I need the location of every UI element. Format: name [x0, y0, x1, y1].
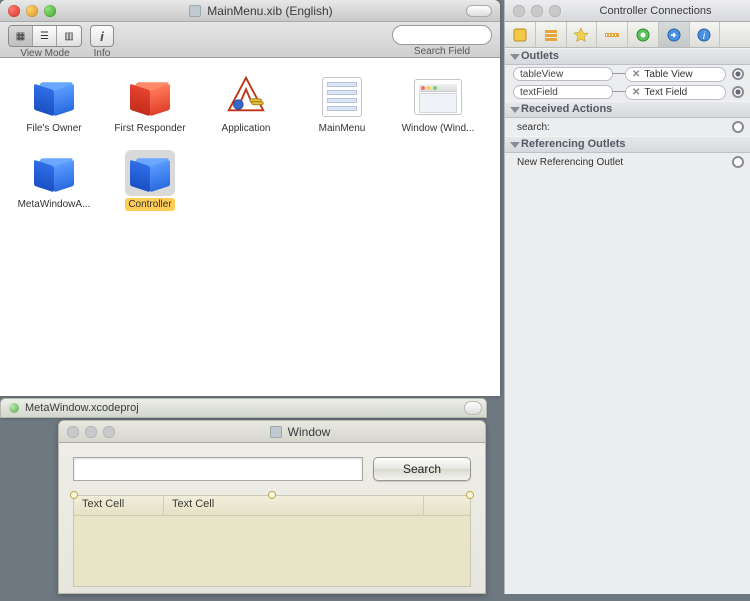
tab-attributes[interactable] [536, 22, 567, 47]
section-received-header[interactable]: Received Actions [505, 101, 750, 118]
traffic-lights [0, 5, 56, 17]
outlet-dest[interactable]: ✕Table View [625, 67, 726, 82]
resize-handle-icon[interactable] [268, 491, 276, 499]
resize-handle-icon[interactable] [466, 491, 474, 499]
window-preview: Window Search Text Cell Text Cell [58, 420, 486, 594]
section-referencing-header[interactable]: Referencing Outlets [505, 136, 750, 153]
disconnect-icon[interactable]: ✕ [632, 69, 640, 80]
table-column[interactable]: Text Cell [164, 496, 424, 515]
cube-red-icon [125, 74, 175, 120]
xib-titlebar[interactable]: MainMenu.xib (English) [0, 0, 500, 22]
tab-size[interactable] [597, 22, 628, 47]
xib-object[interactable]: Controller [104, 146, 196, 222]
minimize-icon[interactable] [85, 426, 97, 438]
xib-object-label: Controller [125, 198, 174, 211]
xib-object-label: First Responder [111, 122, 188, 135]
app-icon [221, 74, 271, 120]
project-title: MetaWindow.xcodeproj [25, 402, 139, 414]
referencing-name: New Referencing Outlet [513, 157, 726, 168]
connection-port-icon[interactable] [732, 86, 744, 98]
xib-toolbar: ▦ ☰ ▥ View Mode i Info ⌕ Search Field [0, 22, 500, 58]
outlet-row: textField ✕Text Field [505, 83, 750, 101]
table-header: Text Cell Text Cell [74, 496, 470, 516]
proxy-icon [189, 5, 201, 17]
section-outlets-header[interactable]: Outlets [505, 48, 750, 65]
connection-port-icon[interactable] [732, 156, 744, 168]
outlet-row: tableView ✕Table View [505, 65, 750, 83]
xib-object[interactable]: Window (Wind... [392, 70, 484, 146]
connection-port-icon[interactable] [732, 68, 744, 80]
xib-object[interactable]: MainMenu [296, 70, 388, 146]
zoom-icon[interactable] [549, 5, 561, 17]
view-mode-icon-button[interactable]: ▦ [9, 26, 33, 46]
cube-blue-icon [29, 150, 79, 196]
close-icon[interactable] [8, 5, 20, 17]
proxy-icon [270, 426, 282, 438]
xib-object[interactable]: Application [200, 70, 292, 146]
win2-titlebar[interactable]: Window [59, 421, 485, 443]
tab-help[interactable]: i [690, 22, 721, 47]
xib-editor-window: MainMenu.xib (English) ▦ ☰ ▥ View Mode i… [0, 0, 500, 396]
xib-object-label: Application [219, 122, 274, 135]
search-button[interactable]: Search [373, 457, 471, 481]
xib-object-label: MetaWindowA... [15, 198, 94, 211]
toolbar-toggle-pill[interactable] [466, 5, 492, 17]
outlet-name[interactable]: tableView [513, 67, 613, 81]
xib-object[interactable]: File's Owner [8, 70, 100, 146]
inspector-titlebar[interactable]: Controller Connections [505, 0, 750, 22]
search-input[interactable] [392, 25, 492, 45]
connection-port-icon[interactable] [732, 121, 744, 133]
xib-object[interactable]: First Responder [104, 70, 196, 146]
project-titlebar[interactable]: MetaWindow.xcodeproj [0, 398, 487, 418]
tab-bindings[interactable] [628, 22, 659, 47]
table-column[interactable]: Text Cell [74, 496, 164, 515]
tab-connections[interactable] [659, 22, 690, 47]
minimize-icon[interactable] [531, 5, 543, 17]
info-label: Info [94, 48, 111, 59]
xib-title: MainMenu.xib (English) [56, 4, 466, 18]
tab-identity[interactable] [505, 22, 536, 47]
zoom-icon[interactable] [44, 5, 56, 17]
win2-title: Window [115, 425, 485, 439]
resize-handle-icon[interactable] [70, 491, 78, 499]
zoom-icon[interactable] [103, 426, 115, 438]
xib-object-label: MainMenu [316, 122, 369, 135]
cube-blue-icon [29, 74, 79, 120]
window-icon [413, 74, 463, 120]
xib-object-label: File's Owner [23, 122, 84, 135]
project-pill[interactable] [464, 401, 482, 415]
disconnect-icon[interactable]: ✕ [632, 87, 640, 98]
menu-icon [317, 74, 367, 120]
minimize-icon[interactable] [26, 5, 38, 17]
view-mode-list-button[interactable]: ☰ [33, 26, 57, 46]
table-view[interactable]: Text Cell Text Cell [73, 495, 471, 587]
objects-canvas[interactable]: File's Owner First Responder Application Ma… [0, 58, 500, 230]
view-mode-label: View Mode [20, 48, 69, 59]
cube-blue-icon [125, 150, 175, 196]
xib-object[interactable]: MetaWindowA... [8, 146, 100, 222]
close-icon[interactable] [513, 5, 525, 17]
inspector-tabs: i [505, 22, 750, 48]
view-mode-segment: ▦ ☰ ▥ [8, 25, 82, 47]
search-text-field[interactable] [73, 457, 363, 481]
project-status-icon [9, 403, 19, 413]
action-name: search: [513, 122, 726, 133]
outlet-dest[interactable]: ✕Text Field [625, 85, 726, 100]
info-button[interactable]: i [90, 25, 114, 47]
inspector-panel: Controller Connections i Outlets tableVi… [504, 0, 750, 594]
action-row: search: [505, 118, 750, 136]
close-icon[interactable] [67, 426, 79, 438]
search-field-label: Search Field [414, 46, 470, 57]
tab-extra[interactable] [720, 22, 750, 47]
tab-effects[interactable] [567, 22, 598, 47]
xib-object-label: Window (Wind... [399, 122, 478, 135]
referencing-row: New Referencing Outlet [505, 153, 750, 171]
outlet-name[interactable]: textField [513, 85, 613, 99]
view-mode-column-button[interactable]: ▥ [57, 26, 81, 46]
inspector-title: Controller Connections [561, 5, 750, 17]
